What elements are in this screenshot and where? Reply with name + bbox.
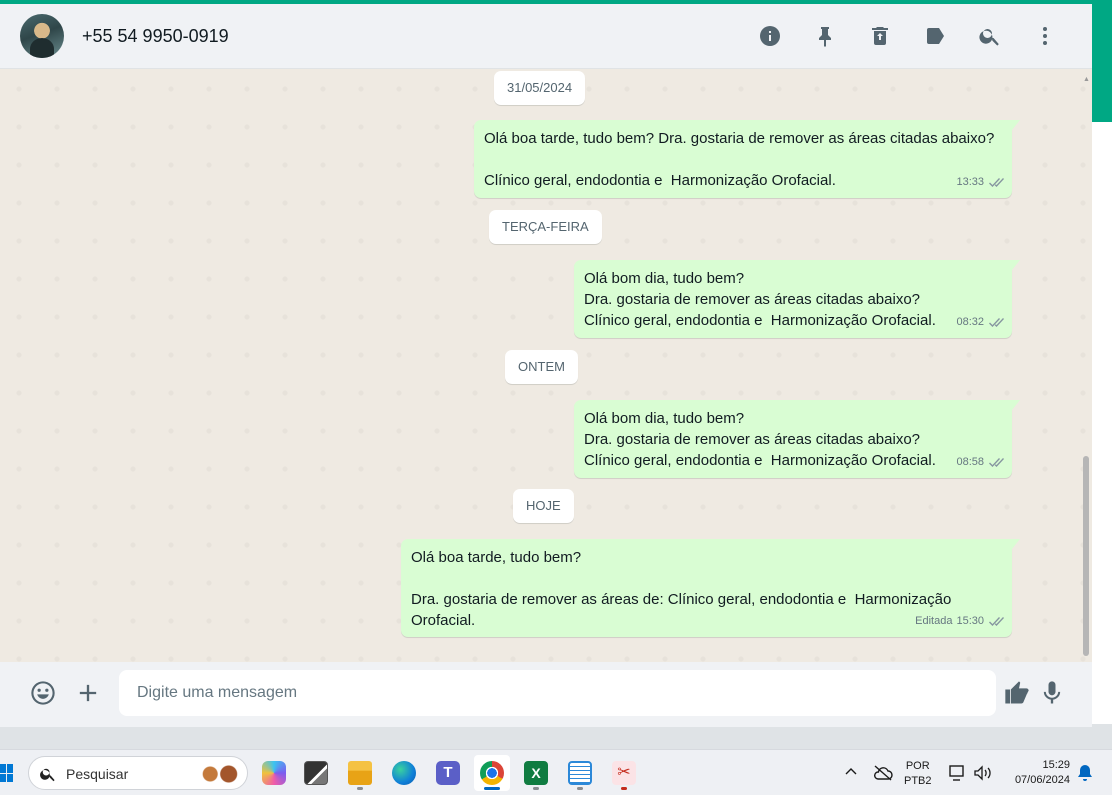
clock-time: 15:29 — [1042, 759, 1070, 771]
chevron-up-icon[interactable] — [845, 766, 857, 778]
input-language[interactable]: POR PTB2 — [904, 759, 932, 795]
double-check-icon — [989, 178, 1004, 187]
date-separator: ONTEM — [505, 350, 578, 384]
thumbs-up-icon[interactable] — [1001, 677, 1033, 709]
message-text: Clínico geral, endodontia e Harmonização… — [484, 172, 836, 189]
message-time: 08:58 — [956, 456, 984, 468]
task-view-icon[interactable] — [298, 755, 334, 791]
chrome-icon[interactable] — [474, 755, 510, 791]
cloud-offline-icon[interactable] — [873, 764, 893, 782]
chat-scrollbar[interactable]: ▲ — [1083, 76, 1090, 656]
message-meta: Editada 15:30 — [915, 611, 1004, 632]
message-time: 13:33 — [956, 176, 984, 188]
notification-bell-icon[interactable] — [1077, 764, 1093, 782]
message-meta: 13:33 — [956, 172, 1004, 193]
edge-browser-icon[interactable] — [386, 755, 422, 791]
scroll-thumb[interactable] — [1083, 456, 1089, 656]
file-explorer-icon[interactable] — [342, 755, 378, 791]
message-bubble[interactable]: Olá boa tarde, tudo bem? Dra. gostaria d… — [401, 539, 1020, 637]
message-text: Olá bom dia, tudo bem? — [584, 410, 745, 427]
info-icon[interactable] — [742, 20, 797, 52]
date-separator: 31/05/2024 — [494, 71, 586, 105]
whatsapp-chat-window: +55 54 9950-0919 31/05/2024 Olá boa tard… — [0, 4, 1092, 727]
message-bubble[interactable]: Olá bom dia, tudo bem? Dra. gostaria de … — [574, 260, 1020, 338]
contact-avatar[interactable] — [20, 14, 64, 58]
system-clock[interactable]: 15:29 07/06/2024 — [1006, 758, 1070, 795]
date-separator: TERÇA-FEIRA — [489, 210, 602, 244]
keyboard-layout: PTB2 — [904, 775, 932, 787]
excel-icon[interactable]: X — [518, 755, 554, 791]
scroll-up-arrow-icon[interactable]: ▲ — [1083, 76, 1090, 83]
double-check-icon — [989, 318, 1004, 327]
message-text: Dra. gostaria de remover as áreas citada… — [584, 291, 921, 308]
windows-start-icon[interactable] — [0, 764, 14, 782]
message-text: Orofacial. — [411, 612, 476, 629]
message-text — [484, 149, 1002, 170]
double-check-icon — [989, 458, 1004, 467]
search-icon[interactable] — [962, 20, 1017, 52]
language-code: POR — [905, 760, 930, 772]
label-icon[interactable] — [907, 20, 962, 52]
background-window-edge — [1092, 4, 1112, 724]
message-text: Dra. gostaria de remover as áreas citada… — [584, 431, 921, 448]
volume-icon[interactable] — [972, 764, 994, 782]
message-text — [411, 568, 1002, 589]
display-icon[interactable] — [948, 764, 968, 782]
message-text: Olá bom dia, tudo bem? — [584, 270, 745, 287]
message-input[interactable] — [119, 670, 996, 716]
emoji-icon[interactable] — [27, 677, 59, 709]
double-check-icon — [989, 617, 1004, 626]
copilot-app-icon[interactable] — [256, 755, 292, 791]
menu-icon[interactable] — [1017, 20, 1072, 52]
message-text: Olá boa tarde, tudo bem? Dra. gostaria d… — [484, 130, 995, 147]
snipping-tool-icon[interactable]: ✂ — [606, 755, 642, 791]
contact-name[interactable]: +55 54 9950-0919 — [82, 26, 229, 47]
message-text: Olá boa tarde, tudo bem? — [411, 549, 582, 566]
message-text: Clínico geral, endodontia e Harmonização… — [584, 312, 936, 329]
message-meta: 08:58 — [956, 452, 1004, 473]
search-highlight-icon — [197, 763, 241, 785]
teams-icon[interactable]: T — [430, 755, 466, 791]
pin-icon[interactable] — [797, 20, 852, 52]
message-text: Clínico geral, endodontia e Harmonização… — [584, 452, 936, 469]
taskbar-search[interactable]: Pesquisar — [28, 756, 248, 790]
message-text: Dra. gostaria de remover as áreas de: Cl… — [411, 591, 952, 608]
taskbar-search-label: Pesquisar — [66, 766, 129, 782]
message-bubble[interactable]: Olá bom dia, tudo bem? Dra. gostaria de … — [574, 400, 1020, 478]
date-separator: HOJE — [513, 489, 574, 523]
notepad-icon[interactable] — [562, 755, 598, 791]
edited-label: Editada — [915, 615, 953, 627]
clock-date: 07/06/2024 — [1014, 774, 1070, 786]
windows-taskbar: Pesquisar T X ✂ POR PTB2 15:29 07/06/202… — [0, 749, 1112, 795]
message-composer — [0, 662, 1092, 727]
message-list[interactable]: 31/05/2024 Olá boa tarde, tudo bem? Dra.… — [0, 70, 1092, 662]
search-icon — [40, 768, 55, 782]
attach-plus-icon[interactable] — [72, 677, 104, 709]
message-bubble[interactable]: Olá boa tarde, tudo bem? Dra. gostaria d… — [474, 120, 1020, 198]
message-time: 08:32 — [956, 316, 984, 328]
microphone-icon[interactable] — [1036, 677, 1068, 709]
delete-icon[interactable] — [852, 20, 907, 52]
header-actions — [742, 20, 1072, 52]
chat-header: +55 54 9950-0919 — [0, 4, 1092, 69]
message-meta: 08:32 — [956, 312, 1004, 333]
message-time: 15:30 — [956, 615, 984, 627]
